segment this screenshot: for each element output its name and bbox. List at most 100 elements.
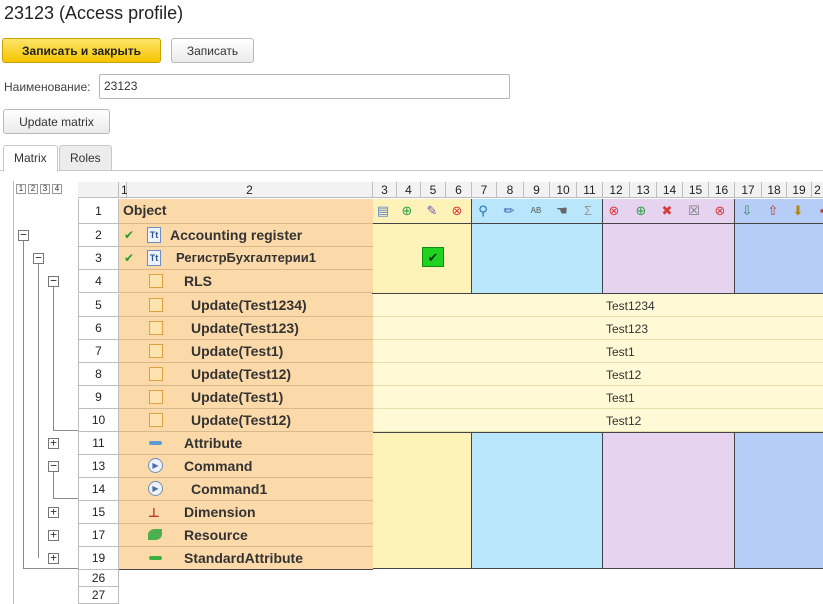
object-row-update[interactable]: Update(Test12): [119, 363, 373, 386]
object-header-label: Object: [123, 202, 167, 218]
expand-toggle[interactable]: +: [48, 552, 59, 564]
collapse-toggle[interactable]: −: [48, 275, 59, 287]
object-label: Attribute: [184, 435, 243, 451]
rls-row[interactable]: Test123: [373, 317, 823, 340]
object-row-command1[interactable]: ▶ Command1: [119, 478, 373, 501]
column-header-1: 1: [119, 182, 128, 198]
rls-row[interactable]: Test12: [373, 409, 823, 432]
collapse-toggle[interactable]: −: [48, 460, 59, 472]
table-icon: [149, 390, 163, 404]
object-row-update[interactable]: Update(Test1234): [119, 294, 373, 317]
command-icon: ▶: [148, 481, 163, 496]
object-label: Dimension: [184, 504, 256, 520]
column-header-11: 11: [577, 182, 603, 198]
object-row-dimension[interactable]: ⊥ Dimension: [119, 501, 373, 524]
object-row-update[interactable]: Update(Test123): [119, 317, 373, 340]
row-number: 6: [78, 317, 119, 340]
level-2-button[interactable]: 2: [28, 184, 38, 194]
rls-row[interactable]: Test1234: [373, 294, 823, 317]
level-1-button[interactable]: 1: [16, 184, 26, 194]
object-label: Update(Test1234): [191, 297, 307, 313]
row-number: 5: [78, 294, 119, 317]
row-number: 19: [78, 547, 119, 570]
row-number: 1: [78, 199, 119, 224]
rls-row[interactable]: Test12: [373, 363, 823, 386]
save-data-icon: ⬇: [792, 203, 804, 218]
object-row-update[interactable]: Update(Test1): [119, 340, 373, 363]
column-header-13: 13: [630, 182, 657, 198]
expand-toggle[interactable]: +: [48, 506, 59, 518]
column-header-16: 16: [709, 182, 735, 198]
rights-icon-row: [373, 199, 823, 224]
object-row-update[interactable]: Update(Test12): [119, 409, 373, 432]
level-4-button[interactable]: 4: [52, 184, 62, 194]
dimension-icon: ⊥: [148, 505, 160, 520]
column-header-2: 2: [127, 182, 373, 198]
interactive-mark-icon: ✖: [661, 203, 673, 218]
level-3-button[interactable]: 3: [40, 184, 50, 194]
register-icon: Tt: [147, 227, 161, 243]
tree-line: [53, 430, 78, 431]
object-row-accounting-register[interactable]: ✔ Tt Accounting register: [119, 224, 373, 247]
row-number: 3: [78, 247, 119, 270]
row-number: 14: [78, 478, 119, 501]
read-icon: ▤: [376, 203, 390, 218]
table-icon: [149, 321, 163, 335]
input-text-icon: AB: [530, 206, 542, 215]
collapse-toggle[interactable]: −: [18, 229, 29, 241]
checked-icon: ✔: [124, 228, 135, 242]
expand-toggle[interactable]: +: [48, 437, 59, 449]
object-label: Update(Test1): [191, 343, 284, 359]
rights-band-admin-lower: [735, 432, 823, 569]
column-header-5: 5: [421, 182, 446, 198]
window-title: 23123 (Access profile): [4, 3, 184, 23]
rights-band-view-lower: [472, 432, 603, 569]
object-label: Accounting register: [170, 227, 303, 243]
table-icon: [149, 367, 163, 381]
object-label: Command: [184, 458, 253, 474]
checked-icon: ✔: [124, 251, 135, 265]
save-and-close-button[interactable]: Записать и закрыть: [2, 38, 161, 63]
object-row-command[interactable]: ▶ Command: [119, 455, 373, 478]
rls-row[interactable]: Test1: [373, 340, 823, 363]
object-label: Resource: [184, 527, 248, 543]
rls-row[interactable]: Test1: [373, 386, 823, 409]
rls-value: Test1234: [606, 299, 655, 313]
table-icon: [149, 344, 163, 358]
table-icon: [149, 274, 163, 288]
allowed-check[interactable]: ✔: [422, 247, 444, 267]
interactive-unmark-icon: ☒: [688, 203, 700, 218]
object-label: StandardAttribute: [184, 550, 303, 566]
add-icon: ⊕: [401, 203, 413, 218]
rls-value: Test123: [606, 322, 649, 336]
object-label: Update(Test12): [191, 366, 292, 382]
object-row-attribute[interactable]: Attribute: [119, 432, 373, 455]
name-field[interactable]: 23123: [99, 74, 510, 99]
object-row-update[interactable]: Update(Test1): [119, 386, 373, 409]
object-row-rls[interactable]: RLS: [119, 270, 373, 293]
column-header-17: 17: [735, 182, 762, 198]
row-number: 11: [78, 432, 119, 455]
table-icon: [149, 413, 163, 427]
row-number: 8: [78, 363, 119, 386]
rls-value: Test1: [606, 345, 635, 359]
hand-icon: ☚: [556, 203, 568, 218]
command-icon: ▶: [148, 458, 163, 473]
column-header-14: 14: [657, 182, 683, 198]
object-row-resource[interactable]: Resource: [119, 524, 373, 547]
tab-roles[interactable]: Roles: [59, 145, 112, 171]
object-row-standard-attribute[interactable]: StandardAttribute: [119, 547, 373, 570]
object-label: Update(Test123): [191, 320, 299, 336]
expand-toggle[interactable]: +: [48, 529, 59, 541]
update-matrix-button[interactable]: Update matrix: [3, 109, 110, 134]
object-row-register[interactable]: ✔ Tt РегистрБухгалтерии1: [119, 247, 373, 270]
column-header-18: 18: [762, 182, 787, 198]
save-button[interactable]: Записать: [171, 38, 254, 63]
collapse-toggle[interactable]: −: [33, 252, 44, 264]
search-icon: ⚲: [478, 203, 488, 218]
column-header-12: 12: [603, 182, 630, 198]
resource-icon: [148, 529, 162, 540]
tab-matrix[interactable]: Matrix: [3, 145, 58, 172]
object-label: RLS: [184, 273, 212, 289]
interactive-add-icon: ⊕: [635, 203, 647, 218]
